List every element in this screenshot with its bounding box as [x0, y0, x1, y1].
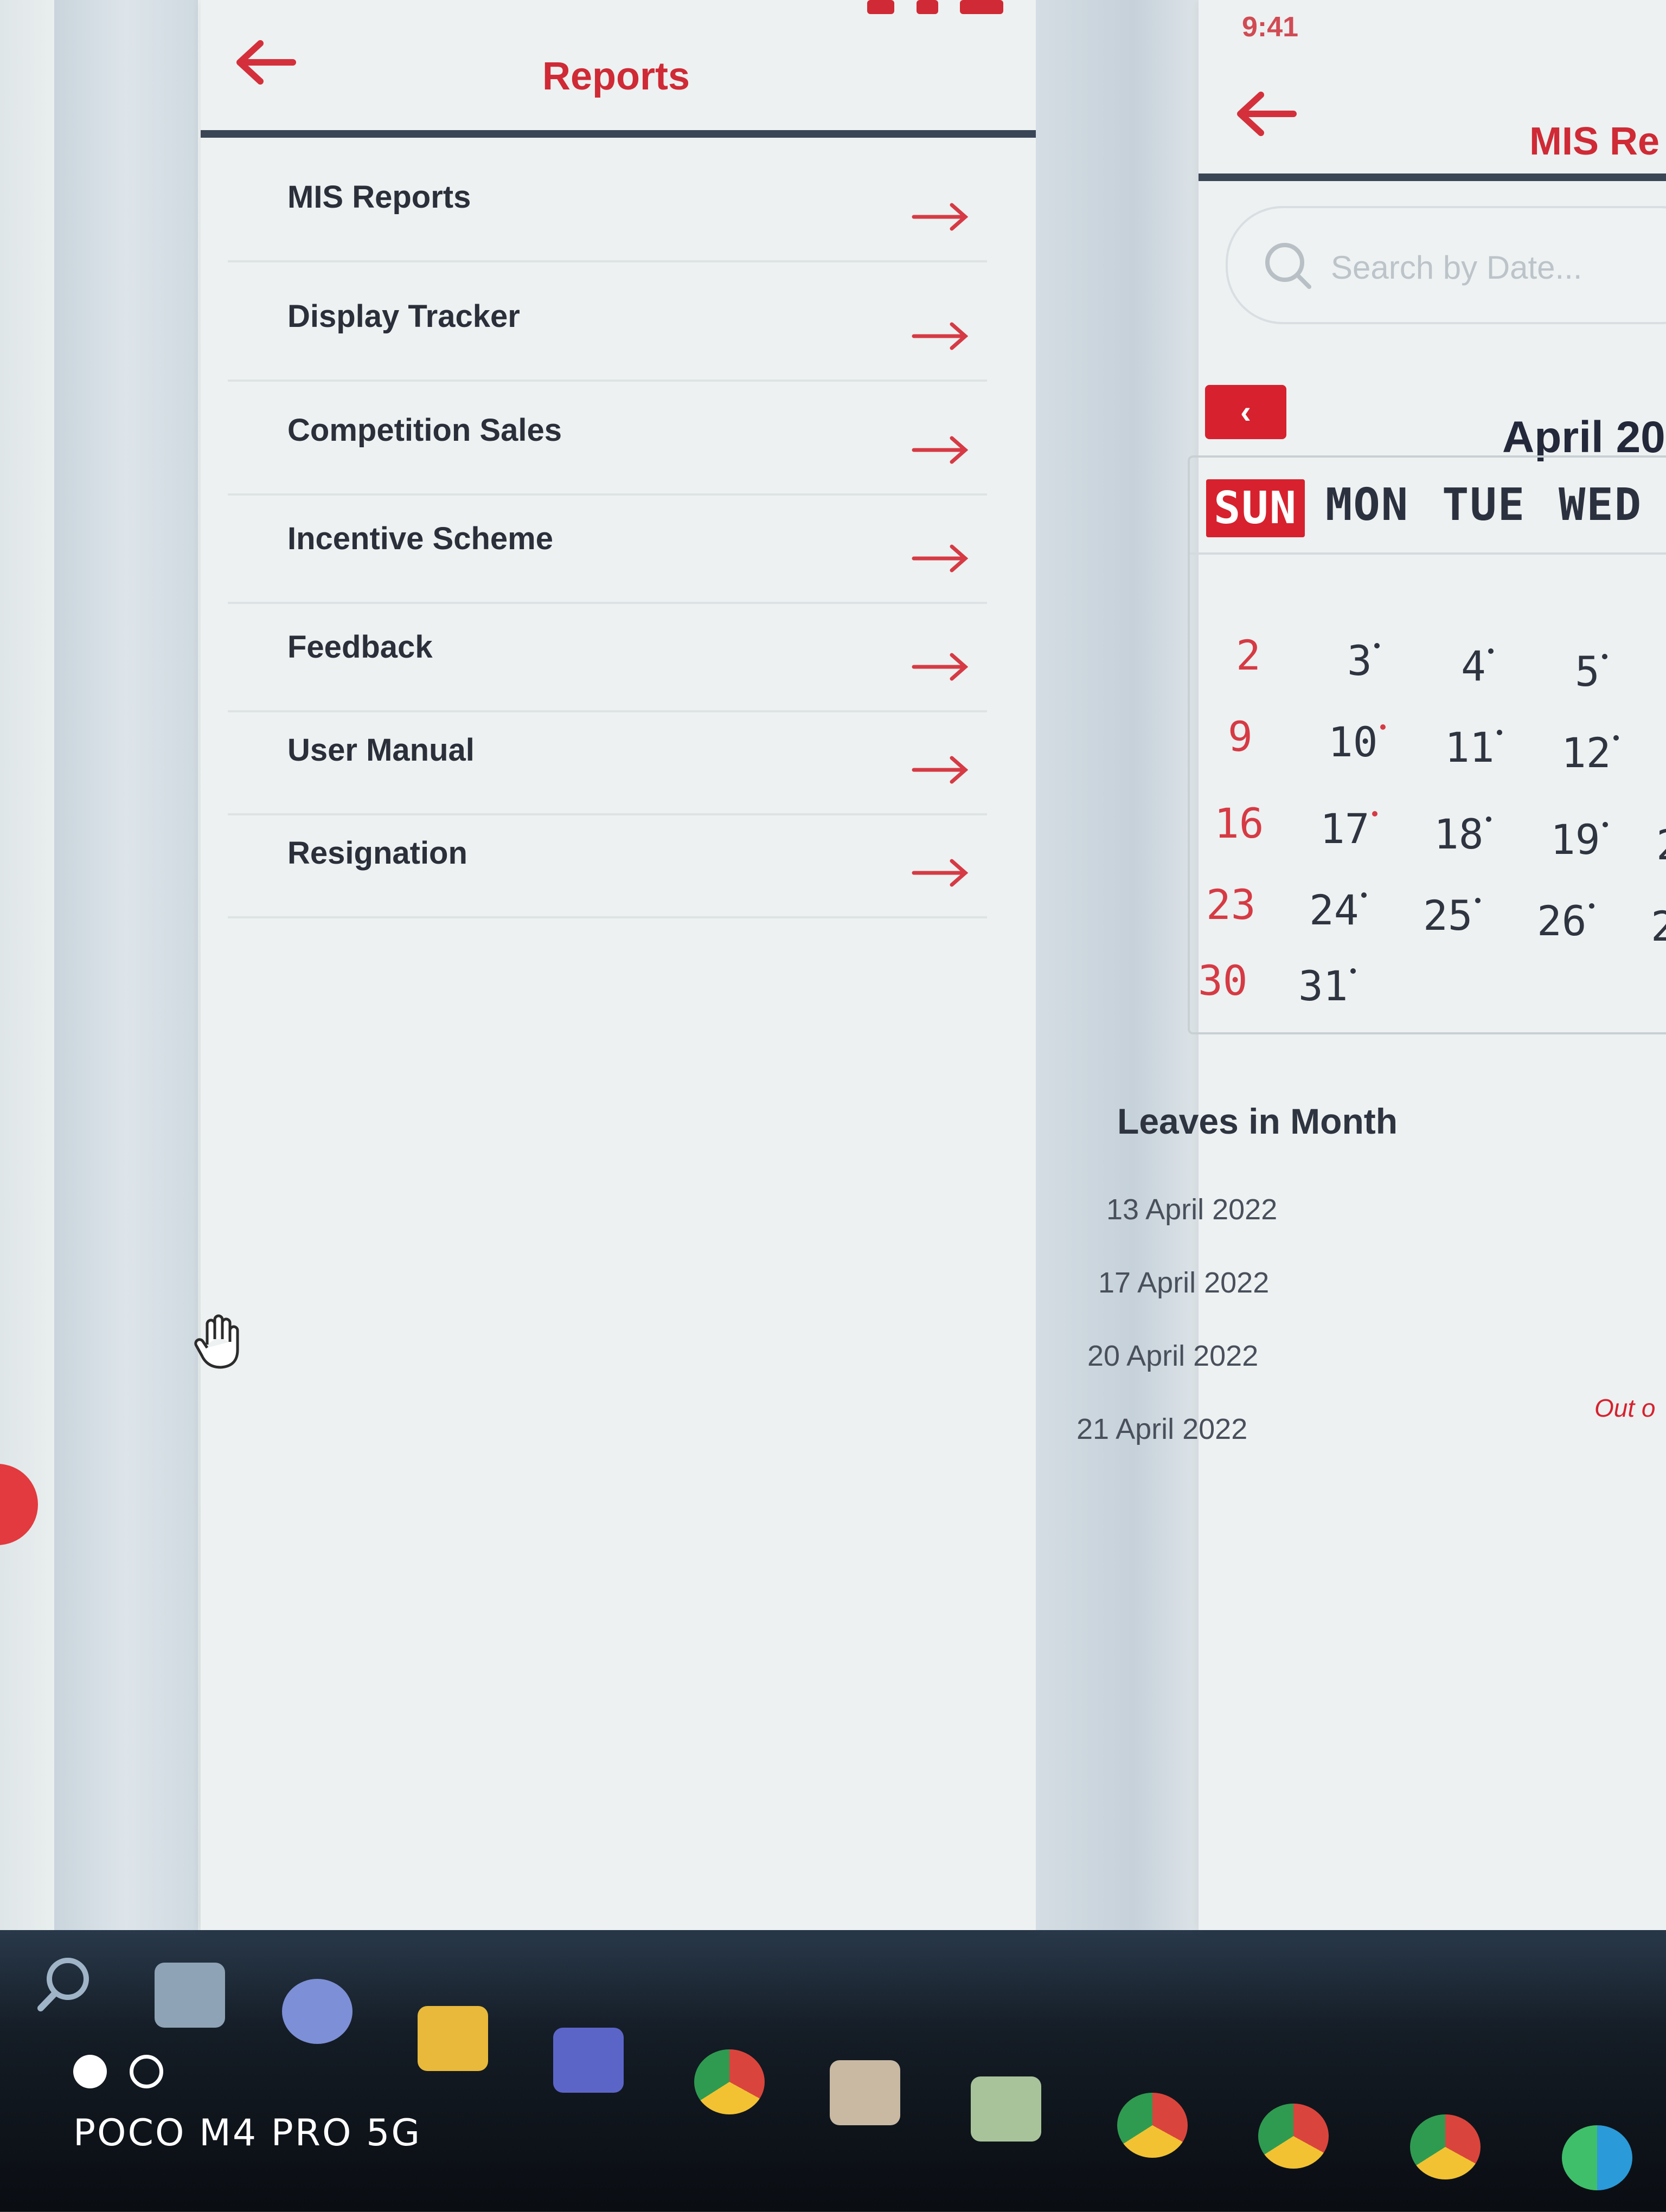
hand-cursor-icon: [194, 1314, 239, 1369]
menu-item-competition-sales[interactable]: Competition Sales: [228, 385, 987, 496]
arrow-right-icon: [912, 322, 969, 350]
back-arrow-icon[interactable]: [233, 38, 298, 87]
arrow-right-icon: [912, 436, 969, 464]
weekday-tue: TUE: [1442, 479, 1526, 531]
search-icon: [1265, 243, 1311, 289]
menu-item-incentive-scheme[interactable]: Incentive Scheme: [228, 493, 987, 604]
leave-date: 20 April 2022: [1087, 1340, 1259, 1372]
calendar-day[interactable]: 11: [1445, 723, 1502, 771]
arrow-right-icon: [912, 544, 969, 573]
leave-date: 21 April 2022: [1077, 1413, 1248, 1445]
indicator-dot-filled: [73, 2055, 107, 2088]
search-input[interactable]: Search by Date...: [1226, 206, 1666, 324]
menu-item-feedback[interactable]: Feedback: [228, 602, 987, 712]
calendar: SUN MON TUE WED 2 3 4 5 9 10 11 12 16 17…: [1188, 455, 1666, 1034]
menu-item-label: Incentive Scheme: [287, 521, 553, 556]
calendar-day[interactable]: 17: [1320, 805, 1377, 853]
indicator-dot-empty: [130, 2055, 164, 2088]
menu-item-user-manual[interactable]: User Manual: [228, 705, 987, 815]
monitor-screen: Reports MIS Reports Display Tracker Comp…: [0, 0, 1666, 1930]
search-placeholder: Search by Date...: [1331, 249, 1582, 286]
status-bar-icons: [848, 0, 1003, 22]
calendar-day[interactable]: 25: [1423, 891, 1481, 940]
calendar-day[interactable]: 23: [1206, 880, 1256, 929]
mis-header: 9:41 MIS Re: [1199, 0, 1666, 181]
signal-icon: [867, 0, 895, 14]
menu-item-label: Display Tracker: [287, 299, 520, 334]
back-arrow-icon[interactable]: [1234, 89, 1299, 138]
leave-status: Out o: [1594, 1394, 1656, 1422]
chrome-icon[interactable]: [694, 2049, 765, 2114]
page-title: MIS Re: [1529, 120, 1660, 163]
wifi-icon: [916, 0, 938, 14]
weekday-sun: SUN: [1206, 479, 1305, 537]
calendar-day[interactable]: 3: [1347, 636, 1380, 685]
menu-item-label: Resignation: [287, 835, 467, 871]
arrow-right-icon: [912, 859, 969, 887]
menu-item-label: Competition Sales: [287, 413, 562, 448]
menu-item-label: Feedback: [287, 629, 433, 665]
chrome-icon[interactable]: [1117, 2093, 1188, 2158]
arrow-right-icon: [912, 756, 969, 784]
background-window-edge: [0, 0, 56, 1930]
status-time: 9:41: [1242, 11, 1299, 43]
file-explorer-icon[interactable]: [418, 2006, 488, 2071]
leave-date: 13 April 2022: [1106, 1193, 1278, 1226]
weekday-divider: [1190, 552, 1666, 555]
calendar-day[interactable]: 9: [1228, 712, 1253, 761]
reports-header: Reports: [201, 0, 1036, 138]
app-icon[interactable]: [830, 2060, 900, 2125]
battery-icon: [960, 0, 1003, 14]
calendar-day-overflow[interactable]: 2: [1656, 821, 1666, 869]
chat-icon[interactable]: [282, 1979, 353, 2044]
menu-item-label: MIS Reports: [287, 179, 471, 215]
prev-month-button[interactable]: ‹: [1205, 385, 1286, 439]
menu-item-display-tracker[interactable]: Display Tracker: [228, 271, 987, 382]
calendar-day[interactable]: 31: [1298, 962, 1356, 1010]
notepad-icon[interactable]: [971, 2076, 1041, 2142]
chrome-icon[interactable]: [1258, 2104, 1329, 2169]
desktop-gap: [1036, 0, 1199, 1930]
teams-icon[interactable]: [553, 2028, 624, 2093]
calendar-day[interactable]: 24: [1309, 886, 1367, 934]
calendar-day[interactable]: 16: [1214, 799, 1264, 847]
calendar-day[interactable]: 5: [1575, 647, 1607, 696]
weekday-wed: WED: [1559, 479, 1643, 531]
edge-icon[interactable]: [1562, 2125, 1632, 2190]
task-view-icon[interactable]: [155, 1963, 225, 2028]
calendar-day[interactable]: 18: [1434, 810, 1491, 858]
search-icon[interactable]: [30, 1952, 100, 2017]
calendar-day[interactable]: 4: [1461, 642, 1494, 690]
page-title: Reports: [542, 55, 690, 98]
camera-watermark: POCO M4 PRO 5G: [73, 2112, 422, 2155]
calendar-day[interactable]: 19: [1550, 815, 1608, 864]
desktop-gap: [54, 0, 198, 1930]
leaves-section-title: Leaves in Month: [1117, 1101, 1398, 1141]
mis-reports-screen: 9:41 MIS Re Search by Date... ‹ April 20…: [1077, 0, 1666, 1930]
calendar-day-overflow[interactable]: 2: [1651, 902, 1666, 950]
arrow-right-icon: [912, 203, 969, 231]
menu-item-label: User Manual: [287, 732, 475, 768]
reports-screen: Reports MIS Reports Display Tracker Comp…: [201, 0, 1036, 1930]
taskbar: [0, 1908, 1666, 2212]
camera-indicator: [73, 2055, 184, 2091]
arrow-right-icon: [912, 653, 969, 681]
calendar-day[interactable]: 10: [1328, 718, 1386, 766]
leave-date: 17 April 2022: [1098, 1266, 1270, 1299]
calendar-day[interactable]: 30: [1198, 956, 1248, 1005]
weekday-mon: MON: [1325, 479, 1409, 531]
calendar-day[interactable]: 2: [1236, 631, 1261, 679]
chrome-icon[interactable]: [1410, 2114, 1481, 2179]
menu-item-resignation[interactable]: Resignation: [228, 808, 987, 918]
menu-item-mis-reports[interactable]: MIS Reports: [228, 152, 987, 262]
calendar-day[interactable]: 12: [1561, 729, 1619, 777]
calendar-day[interactable]: 26: [1537, 897, 1594, 945]
